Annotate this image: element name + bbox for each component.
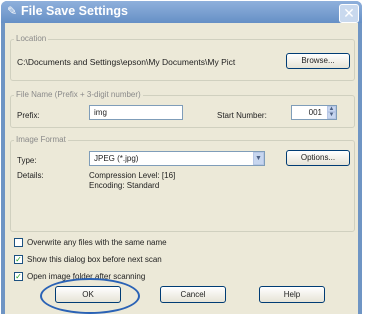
type-label: Type: (17, 156, 37, 165)
close-button[interactable]: ✕ (339, 4, 359, 23)
start-number-label: Start Number: (217, 111, 267, 120)
prefix-label: Prefix: (17, 111, 40, 120)
options-button[interactable]: Options... (286, 150, 350, 166)
open-folder-checkbox[interactable]: ✓ (14, 272, 23, 281)
file-save-settings-dialog: ✎ File Save Settings ✕ Location C:\Docum… (1, 1, 362, 314)
dialog-body: Location C:\Documents and Settings\epson… (5, 23, 358, 314)
type-select[interactable]: JPEG (*.jpg) (89, 151, 265, 166)
details-compression: Compression Level: [16] (89, 171, 176, 180)
stepper-down-arrow-icon[interactable]: ▼ (327, 112, 336, 119)
file-name-legend: File Name (Prefix + 3-digit number) (14, 90, 143, 99)
app-icon: ✎ (7, 4, 18, 18)
prefix-input[interactable]: img (89, 105, 183, 120)
overwrite-checkbox[interactable] (14, 238, 23, 247)
location-path: C:\Documents and Settings\epson\My Docum… (17, 57, 236, 67)
ok-highlight-oval (40, 278, 140, 314)
show-dialog-checkbox-label[interactable]: Show this dialog box before next scan (27, 255, 162, 264)
browse-button[interactable]: Browse... (286, 53, 350, 69)
chevron-down-icon[interactable]: ▼ (253, 152, 264, 165)
overwrite-checkbox-label[interactable]: Overwrite any files with the same name (27, 238, 167, 247)
help-button[interactable]: Help (259, 286, 325, 303)
cancel-button[interactable]: Cancel (160, 286, 226, 303)
details-encoding: Encoding: Standard (89, 181, 160, 190)
show-dialog-checkbox[interactable]: ✓ (14, 255, 23, 264)
location-legend: Location (14, 34, 49, 43)
title-bar[interactable]: ✎ File Save Settings ✕ (1, 1, 362, 23)
window-title: File Save Settings (21, 4, 128, 18)
details-label: Details: (17, 171, 44, 180)
image-format-legend: Image Format (14, 135, 68, 144)
close-icon: ✕ (343, 5, 355, 21)
